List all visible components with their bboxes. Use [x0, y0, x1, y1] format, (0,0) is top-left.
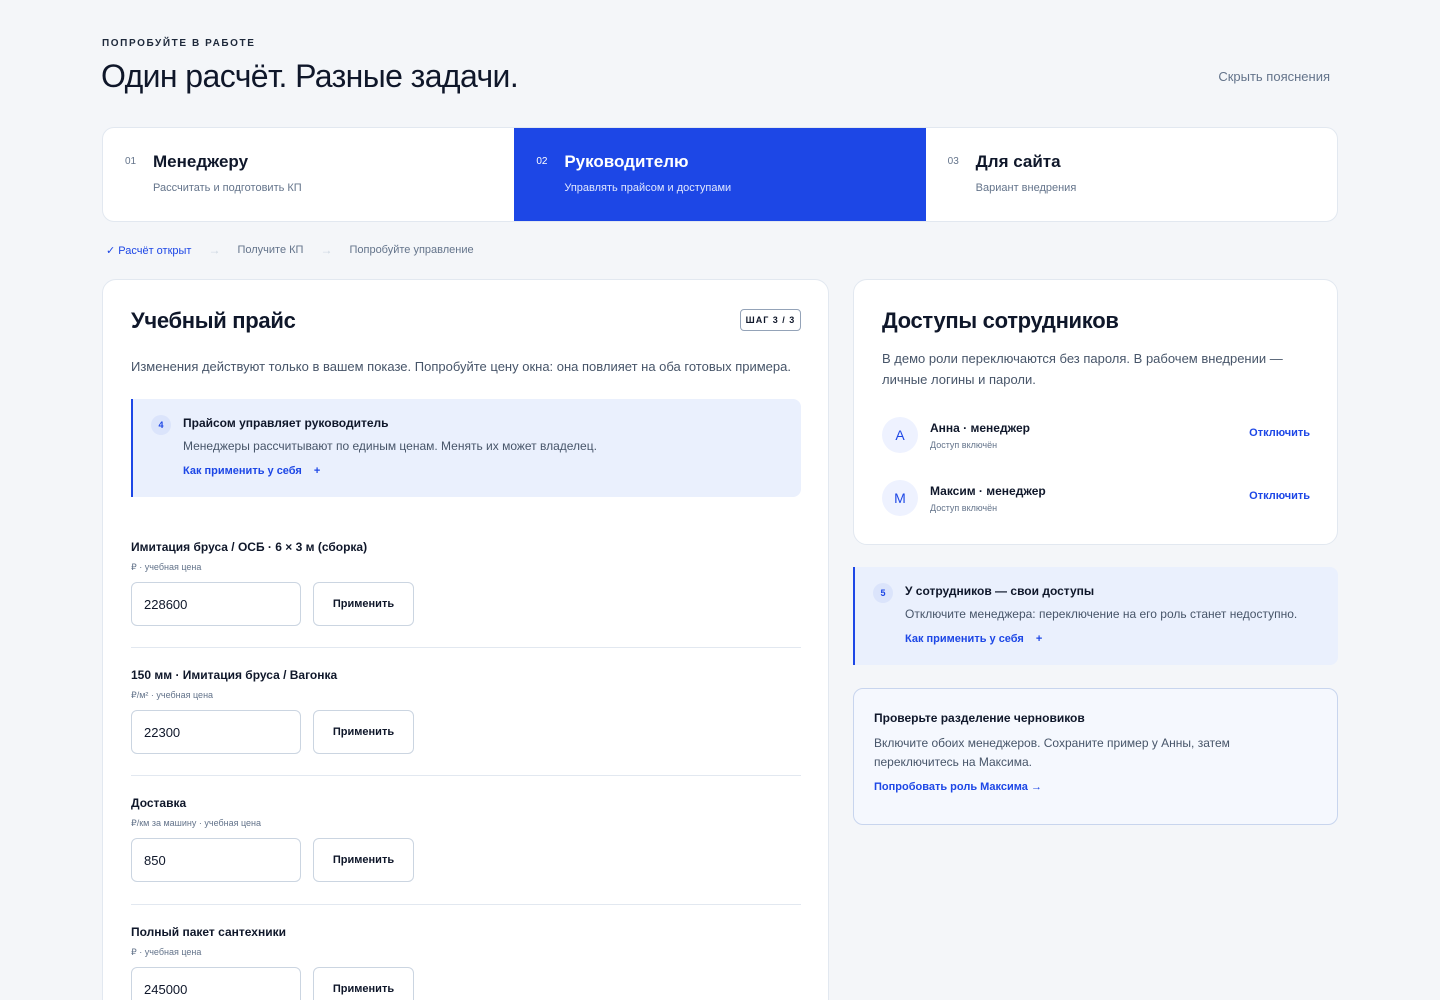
plus-icon: + [313, 465, 321, 477]
staff-access-lead: В демо роли переключаются без пароля. В … [882, 348, 1312, 390]
link-label: Как применить у себя [905, 633, 1024, 645]
price-list-lead: Изменения действуют только в вашем показ… [131, 359, 791, 374]
role-tabs: 01 Менеджеру Рассчитать и подготовить КП… [102, 127, 1338, 222]
tab-subtitle: Рассчитать и подготовить КП [153, 182, 302, 194]
tab-subtitle: Управлять прайсом и доступами [564, 182, 732, 194]
tab-number: 03 [947, 156, 959, 167]
access-status: Доступ включён [930, 440, 998, 450]
row-divider [131, 904, 801, 905]
tab-number: 01 [125, 156, 137, 167]
page-eyebrow: ПОПРОБУЙТЕ В РАБОТЕ [102, 38, 256, 49]
price-item-unit: ₽ · учебная цена [131, 947, 202, 957]
owner-hint: 4 Прайсом управляет руководитель Менедже… [131, 399, 801, 497]
how-to-apply-link[interactable]: Как применить у себя + [905, 633, 1042, 645]
person-name: Анна · менеджер [930, 421, 1030, 435]
staff-access-card: Доступы сотрудников В демо роли переключ… [853, 279, 1338, 545]
price-row: Имитация бруса / ОСБ · 6 × 3 м (сборка) … [131, 540, 801, 626]
price-controls: Применить [131, 967, 801, 1000]
price-input[interactable] [131, 838, 301, 882]
price-list-title: Учебный прайс [131, 308, 296, 333]
row-divider [131, 647, 801, 648]
step-get-offer: Получите КП [237, 244, 304, 256]
tab-subtitle: Вариант внедрения [975, 182, 1077, 194]
tab-title: Менеджеру [153, 152, 249, 171]
access-status: Доступ включён [930, 503, 998, 513]
price-list-card: Учебный прайс ШАГ 3 / 3 Изменения действ… [102, 279, 829, 1000]
step-calculation-open: ✓ Расчёт открыт [106, 244, 192, 257]
arrow-right-icon: → [208, 243, 221, 257]
price-controls: Применить [131, 582, 801, 626]
text-line-1: Включите обоих менеджеров. Сохраните при… [874, 736, 1230, 750]
price-row: Полный пакет сантехники ₽ · учебная цена… [131, 925, 801, 1000]
page-title: Один расчёт. Разные задачи. [101, 58, 519, 94]
drafts-check-text: Включите обоих менеджеров. Сохраните при… [874, 734, 1274, 772]
tab-title: Для сайта [975, 152, 1061, 171]
hint-title: Прайсом управляет руководитель [183, 416, 389, 430]
progress-steps: ✓ Расчёт открыт → Получите КП → Попробуй… [106, 243, 474, 257]
text-line-2: переключитесь на Максима. [874, 755, 1033, 769]
tab-website[interactable]: 03 Для сайта Вариант внедрения [926, 128, 1337, 221]
hint-text: Менеджеры рассчитывают по единым ценам. … [183, 439, 597, 453]
price-input[interactable] [131, 582, 301, 626]
price-item-title: Доставка [131, 796, 187, 810]
staff-access-title: Доступы сотрудников [882, 308, 1119, 333]
step-badge: ШАГ 3 / 3 [740, 309, 801, 331]
price-input[interactable] [131, 710, 301, 754]
price-item-unit: ₽/м² · учебная цена [131, 690, 214, 700]
apply-button[interactable]: Применить [313, 582, 414, 626]
how-to-apply-link[interactable]: Как применить у себя + [183, 465, 320, 477]
try-maxim-role-link[interactable]: Попробовать роль Максима → [874, 781, 1042, 793]
price-item-title: 150 мм · Имитация бруса / Вагонка [131, 668, 338, 682]
tab-number: 02 [536, 156, 548, 167]
price-row: 150 мм · Имитация бруса / Вагонка ₽/м² ·… [131, 668, 801, 754]
arrow-right-icon: → [320, 243, 333, 257]
avatar: М [882, 480, 918, 516]
drafts-check-card: Проверьте разделение черновиков Включите… [853, 688, 1338, 825]
avatar: А [882, 417, 918, 453]
disable-button[interactable]: Отключить [1249, 427, 1310, 439]
row-divider [131, 775, 801, 776]
tab-title: Руководителю [564, 152, 689, 171]
staff-access-hint: 5 У сотрудников — свои доступы Отключите… [853, 567, 1338, 665]
price-controls: Применить [131, 838, 801, 882]
hint-text: Отключите менеджера: переключение на его… [905, 607, 1298, 621]
hint-title: У сотрудников — свои доступы [905, 584, 1095, 598]
tab-director[interactable]: 02 Руководителю Управлять прайсом и дост… [514, 128, 926, 221]
hide-explanations-link[interactable]: Скрыть пояснения [1218, 69, 1330, 84]
plus-icon: + [1035, 633, 1043, 645]
tab-manager[interactable]: 01 Менеджеру Рассчитать и подготовить КП [103, 128, 514, 221]
apply-button[interactable]: Применить [313, 967, 414, 1000]
drafts-check-title: Проверьте разделение черновиков [874, 711, 1085, 725]
link-label: Как применить у себя [183, 465, 302, 477]
apply-button[interactable]: Применить [313, 710, 414, 754]
step-try-management: Попробуйте управление [349, 244, 474, 256]
person-row-maxim: М Максим · менеджер Доступ включён Отклю… [882, 480, 1310, 516]
price-item-unit: ₽ · учебная цена [131, 562, 202, 572]
price-item-unit: ₽/км за машину · учебная цена [131, 818, 262, 828]
apply-button[interactable]: Применить [313, 838, 414, 882]
price-item-title: Полный пакет сантехники [131, 925, 286, 939]
price-controls: Применить [131, 710, 801, 754]
price-row: Доставка ₽/км за машину · учебная цена П… [131, 796, 801, 882]
lead-line-2: личные логины и пароли. [882, 372, 1036, 387]
price-input[interactable] [131, 967, 301, 1000]
person-row-anna: А Анна · менеджер Доступ включён Отключи… [882, 417, 1310, 453]
person-name: Максим · менеджер [930, 484, 1046, 498]
hint-number: 4 [151, 415, 171, 435]
hint-number: 5 [873, 583, 893, 603]
disable-button[interactable]: Отключить [1249, 490, 1310, 502]
price-item-title: Имитация бруса / ОСБ · 6 × 3 м (сборка) [131, 540, 368, 554]
lead-line-1: В демо роли переключаются без пароля. В … [882, 351, 1283, 366]
